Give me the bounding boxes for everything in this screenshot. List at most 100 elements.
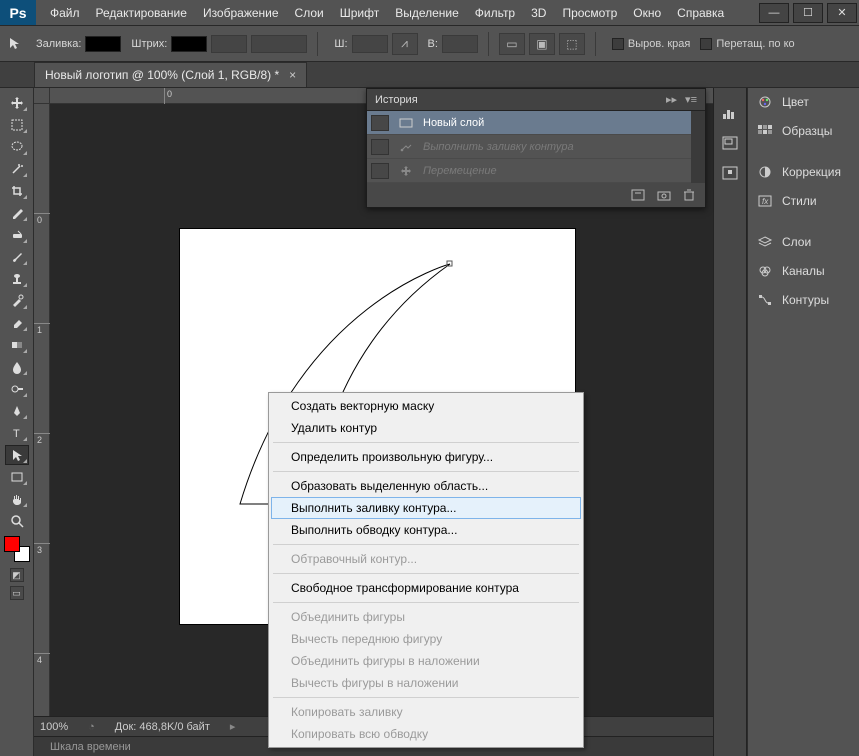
context-menu[interactable]: Создать векторную маскуУдалить контур Опр…: [268, 392, 584, 748]
main-menu: ФайлРедактированиеИзображениеСлоиШрифтВы…: [36, 0, 732, 25]
svg-text:fx: fx: [762, 197, 769, 206]
panel-item[interactable]: fxСтили: [748, 187, 859, 216]
menu-item[interactable]: Выделение: [387, 0, 467, 26]
history-row[interactable]: Выполнить заливку контура: [367, 135, 705, 159]
history-brush-tool[interactable]: [5, 291, 29, 311]
stamp-tool[interactable]: [5, 269, 29, 289]
vertical-ruler[interactable]: 01234: [34, 104, 50, 716]
trash-icon[interactable]: [683, 189, 695, 201]
gradient-tool[interactable]: [5, 335, 29, 355]
rectangle-tool[interactable]: [5, 467, 29, 487]
menu-item[interactable]: Фильтр: [467, 0, 523, 26]
panel-item[interactable]: Цвет: [748, 88, 859, 117]
menu-item[interactable]: Просмотр: [554, 0, 625, 26]
panel-item[interactable]: Контуры: [748, 286, 859, 315]
history-state-toggle[interactable]: [371, 163, 389, 179]
context-menu-item[interactable]: Создать векторную маску: [271, 395, 581, 417]
path-selection-tool[interactable]: [5, 445, 29, 465]
stroke-style-dropdown[interactable]: [251, 35, 307, 53]
history-state-toggle[interactable]: [371, 139, 389, 155]
strip-button-histogram[interactable]: [718, 102, 742, 124]
crop-tool[interactable]: [5, 181, 29, 201]
stroke-width-input[interactable]: [211, 35, 247, 53]
context-menu-item[interactable]: Образовать выделенную область...: [271, 475, 581, 497]
zoom-tool[interactable]: [5, 511, 29, 531]
context-menu-item[interactable]: Выполнить обводку контура...: [271, 519, 581, 541]
stroke-swatch[interactable]: [171, 36, 207, 52]
history-step-icon: [395, 165, 417, 177]
hand-tool[interactable]: [5, 489, 29, 509]
context-menu-item[interactable]: Определить произвольную фигуру...: [271, 446, 581, 468]
history-scrollbar[interactable]: [691, 111, 705, 183]
menu-item[interactable]: 3D: [523, 0, 554, 26]
path-ops-button-3[interactable]: ⬚: [559, 33, 585, 55]
menu-item[interactable]: Окно: [625, 0, 669, 26]
move-tool[interactable]: [5, 93, 29, 113]
quickmask-toggle[interactable]: ◩: [10, 568, 24, 582]
minimize-button[interactable]: —: [759, 3, 789, 23]
panel-item[interactable]: Каналы: [748, 257, 859, 286]
align-edges-checkbox[interactable]: Выров. края: [612, 38, 690, 50]
new-snapshot-icon[interactable]: [631, 189, 645, 201]
panel-item[interactable]: Слои: [748, 228, 859, 257]
drag-to-checkbox[interactable]: Перетащ. по ко: [700, 38, 794, 50]
fill-swatch[interactable]: [85, 36, 121, 52]
document-tab[interactable]: Новый логотип @ 100% (Слой 1, RGB/8) * ×: [34, 62, 307, 87]
width-label: Ш:: [334, 38, 347, 50]
context-menu-item[interactable]: Удалить контур: [271, 417, 581, 439]
strip-button-navigator[interactable]: [718, 132, 742, 154]
eyedropper-tool[interactable]: [5, 203, 29, 223]
menu-item[interactable]: Справка: [669, 0, 732, 26]
history-step-icon: [395, 141, 417, 153]
path-ops-button-2[interactable]: ▣: [529, 33, 555, 55]
menu-item[interactable]: Слои: [287, 0, 332, 26]
history-panel-header[interactable]: История ▸▸ ▾≡: [367, 89, 705, 111]
menu-item[interactable]: Редактирование: [88, 0, 195, 26]
lasso-tool[interactable]: [5, 137, 29, 157]
options-bar: Заливка: Штрих: Ш: ⩘ В: ▭ ▣ ⬚ Выров. кра…: [0, 26, 859, 62]
camera-icon[interactable]: [657, 189, 671, 201]
pen-tool[interactable]: [5, 401, 29, 421]
type-tool[interactable]: T: [5, 423, 29, 443]
foreground-color-swatch[interactable]: [4, 536, 20, 552]
window-buttons: — ☐ ✕: [757, 0, 859, 25]
stroke-label: Штрих:: [131, 38, 167, 50]
healing-brush-tool[interactable]: [5, 225, 29, 245]
контуры-icon: [756, 292, 774, 308]
strip-button-info[interactable]: [718, 162, 742, 184]
menu-item[interactable]: Шрифт: [332, 0, 387, 26]
history-state-toggle[interactable]: [371, 115, 389, 131]
height-label: В:: [428, 38, 438, 50]
close-button[interactable]: ✕: [827, 3, 857, 23]
context-menu-item[interactable]: Выполнить заливку контура...: [271, 497, 581, 519]
history-row[interactable]: Новый слой: [367, 111, 705, 135]
foreground-background-swatch[interactable]: [4, 536, 30, 562]
context-menu-item: Вычесть фигуры в наложении: [271, 672, 581, 694]
context-menu-item[interactable]: Свободное трансформирование контура: [271, 577, 581, 599]
panel-menu-icon[interactable]: ▾≡: [685, 93, 697, 106]
history-panel[interactable]: История ▸▸ ▾≡ Новый слойВыполнить заливк…: [366, 88, 706, 208]
brush-tool[interactable]: [5, 247, 29, 267]
dodge-tool[interactable]: [5, 379, 29, 399]
menu-item[interactable]: Файл: [42, 0, 88, 26]
context-menu-item: Вычесть переднюю фигуру: [271, 628, 581, 650]
link-dimensions-icon[interactable]: ⩘: [392, 33, 418, 55]
magic-wand-tool[interactable]: [5, 159, 29, 179]
zoom-level[interactable]: 100%: [40, 721, 68, 733]
path-ops-button-1[interactable]: ▭: [499, 33, 525, 55]
panel-item[interactable]: Образцы: [748, 117, 859, 146]
history-panel-title: История: [375, 94, 418, 106]
height-input[interactable]: [442, 35, 478, 53]
panel-collapse-icon[interactable]: ▸▸: [666, 93, 677, 106]
preview-icon[interactable]: ◔: [88, 721, 95, 733]
menu-item[interactable]: Изображение: [195, 0, 287, 26]
panel-item[interactable]: Коррекция: [748, 158, 859, 187]
width-input[interactable]: [352, 35, 388, 53]
eraser-tool[interactable]: [5, 313, 29, 333]
blur-tool[interactable]: [5, 357, 29, 377]
marquee-tool[interactable]: [5, 115, 29, 135]
screenmode-toggle[interactable]: ▭: [10, 586, 24, 600]
maximize-button[interactable]: ☐: [793, 3, 823, 23]
close-tab-icon[interactable]: ×: [289, 68, 296, 82]
history-row[interactable]: Перемещение: [367, 159, 705, 183]
